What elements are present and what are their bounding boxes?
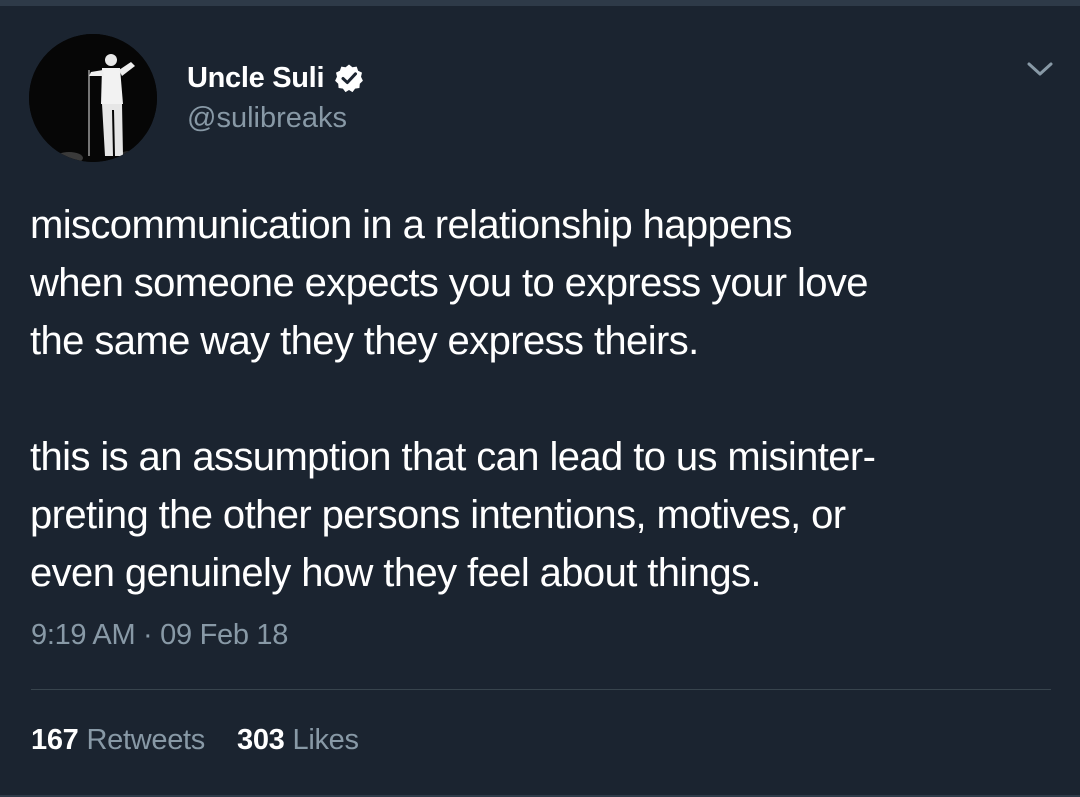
tweet-line: miscommunication in a relationship happe… xyxy=(30,203,792,247)
display-name[interactable]: Uncle Suli xyxy=(187,62,325,95)
tweet-line: the same way they they express theirs. xyxy=(30,319,699,363)
likes-label[interactable]: Likes xyxy=(293,724,360,757)
likes-count[interactable]: 303 xyxy=(237,724,285,757)
author-name-row[interactable]: Uncle Suli xyxy=(187,58,364,98)
tweet-line: even genuinely how they feel about thing… xyxy=(30,551,762,595)
tweet-line: this is an assumption that can lead to u… xyxy=(30,435,876,479)
top-strip xyxy=(0,0,1080,6)
retweets-label[interactable]: Retweets xyxy=(87,724,206,757)
performer-on-stage-avatar xyxy=(29,34,157,162)
tweet-stats: 167 Retweets 303 Likes xyxy=(31,724,359,757)
chevron-down-icon[interactable] xyxy=(1024,58,1056,82)
tweet-timestamp[interactable]: 9:19 AM · 09 Feb 18 xyxy=(31,619,288,652)
retweets-count[interactable]: 167 xyxy=(31,724,79,757)
tweet-text: miscommunication in a relationship happe… xyxy=(30,196,1060,602)
tweet-line: preting the other persons intentions, mo… xyxy=(30,493,846,537)
avatar[interactable] xyxy=(29,34,157,162)
verified-badge-icon xyxy=(334,63,364,93)
author-handle[interactable]: @sulibreaks xyxy=(187,102,347,135)
divider xyxy=(31,689,1051,690)
tweet-line: when someone expects you to express your… xyxy=(30,261,869,305)
